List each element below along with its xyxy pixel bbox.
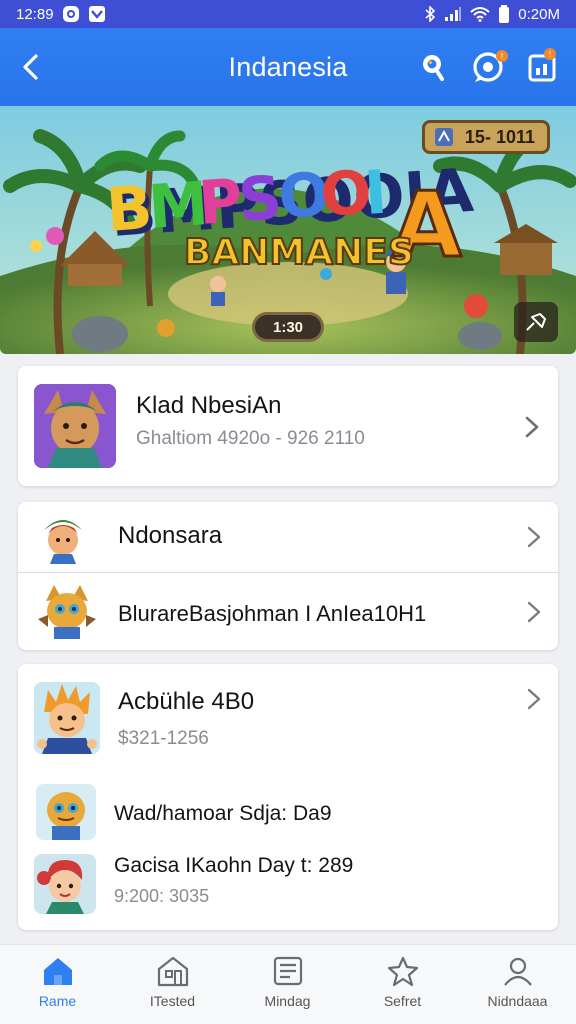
search-button[interactable]	[414, 48, 452, 86]
list-item[interactable]: BlurareBasjohman I AnIea10H1	[18, 573, 558, 650]
nav-favorites-label: Sefret	[383, 993, 422, 1009]
list-item-title: Klad NbesiAn	[136, 392, 282, 419]
banner-action-button[interactable]	[514, 302, 558, 342]
list-item-title: Ndonsara	[118, 522, 223, 549]
camera-icon	[62, 5, 80, 23]
list-item[interactable]: Klad NbesiAn Ghaltiom 4920o - 926 2110	[18, 366, 558, 486]
chat-button[interactable]: !	[470, 48, 508, 86]
document-icon	[273, 956, 302, 986]
list-item[interactable]: Wad/hamoar Sdja: Da9	[18, 776, 558, 846]
game-avatar	[34, 854, 96, 914]
nav-docs[interactable]: Mindag	[230, 955, 345, 1019]
wifi-icon	[470, 6, 490, 22]
list-item[interactable]: Acbühle 4B0 $321-1256	[18, 664, 558, 768]
list-item[interactable]: Ndonsara	[18, 502, 558, 572]
list-item-subtitle: $321-1256	[118, 728, 209, 749]
status-bar-left: 12:89	[16, 5, 106, 23]
game-avatar	[34, 682, 100, 754]
search-icon	[423, 55, 444, 81]
app-header: Indanesia ! !	[0, 28, 576, 106]
nav-profile[interactable]: Nidndaaa	[460, 955, 575, 1019]
star-icon	[387, 956, 418, 987]
trophy-icon	[434, 128, 453, 146]
list-item-subtitle: 9:200: 3035	[114, 886, 210, 906]
battery-icon	[498, 5, 510, 23]
list-item-title: Acbühle 4B0	[118, 688, 255, 715]
svg-text:BANMANES: BANMANES	[184, 232, 414, 273]
chevron-right-icon	[525, 416, 539, 438]
home-icon	[43, 958, 72, 985]
expand-icon	[526, 313, 546, 331]
banner-score-value: 15- 1011	[464, 126, 535, 147]
nav-home-label: Rame	[38, 993, 77, 1009]
list-card-2: Ndonsara BlurareBasjohman I AnIea10H1	[18, 502, 558, 650]
list-item-title: Gacisa IKaohn Day t: 289	[114, 854, 354, 877]
status-bar-right: 0:20M	[424, 5, 560, 23]
game-avatar	[34, 384, 116, 468]
calendar-badge: !	[544, 48, 556, 60]
game-avatar	[36, 784, 96, 840]
featured-game-banner[interactable]: BMPSOOIA B M P S O O I A BANMANES 15- 10…	[0, 106, 576, 354]
banner-timer: 1:30	[252, 312, 324, 342]
banner-score-badge: 15- 1011	[421, 120, 550, 154]
shield-icon	[88, 5, 106, 23]
chevron-right-icon	[527, 688, 541, 710]
nav-store[interactable]: ITested	[115, 955, 230, 1019]
game-avatar	[36, 510, 90, 564]
chevron-right-icon	[527, 526, 541, 548]
nav-favorites[interactable]: Sefret	[345, 955, 460, 1019]
nav-profile-label: Nidndaaa	[487, 993, 548, 1009]
list-card-3: Acbühle 4B0 $321-1256 Wad/hamoar Sdja: D…	[18, 664, 558, 930]
status-time: 12:89	[16, 5, 54, 23]
store-icon	[157, 956, 188, 987]
signal-icon	[444, 7, 462, 21]
status-right-time: 0:20M	[518, 5, 560, 23]
profile-icon	[503, 957, 532, 986]
chat-badge: !	[496, 50, 508, 62]
game-avatar	[36, 583, 98, 639]
nav-home[interactable]: Rame	[0, 955, 115, 1019]
bottom-navigation: Rame ITested Mindag Sefret Nidndaaa	[0, 944, 576, 1024]
nav-docs-label: Mindag	[264, 993, 311, 1009]
bluetooth-icon	[424, 6, 436, 22]
chevron-right-icon	[527, 601, 541, 623]
nav-store-label: ITested	[149, 993, 196, 1009]
list-item-subtitle: Ghaltiom 4920o - 926 2110	[136, 428, 365, 449]
calendar-button[interactable]: !	[524, 48, 562, 86]
list-item-title: Wad/hamoar Sdja: Da9	[114, 802, 332, 825]
list-item-title: BlurareBasjohman I AnIea10H1	[118, 601, 427, 626]
list-item[interactable]: Gacisa IKaohn Day t: 289 9:200: 3035	[18, 848, 558, 930]
status-bar: 12:89 0:20M	[0, 0, 576, 28]
list-card-1: Klad NbesiAn Ghaltiom 4920o - 926 2110	[18, 366, 558, 486]
